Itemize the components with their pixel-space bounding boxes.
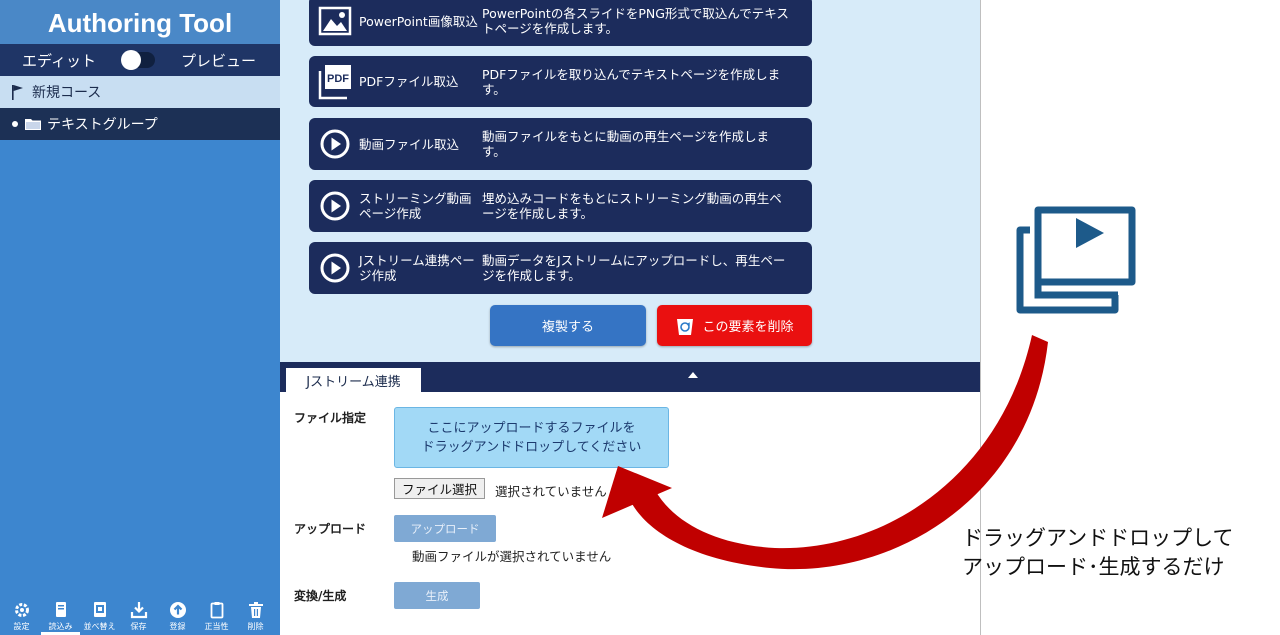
mode-edit-label: エディット xyxy=(22,51,96,70)
card-name: Jストリーム連携ページ作成 xyxy=(359,253,475,283)
settings-button[interactable]: 設定 xyxy=(2,597,41,635)
card-streaming-page[interactable]: ストリーミング動画ページ作成 埋め込みコードをもとにストリーミング動画の再生ペー… xyxy=(309,180,812,232)
sidebar-toolbar: 設定 読込み 並べ替え 保存 登録 正当性 削除 xyxy=(0,597,280,635)
delete-button[interactable]: 削除 xyxy=(236,597,275,635)
card-video-import[interactable]: 動画ファイル取込 動画ファイルをもとに動画の再生ページを作成します。 xyxy=(309,118,812,170)
mode-switch-row: エディット プレビュー xyxy=(0,44,280,76)
tool-label: 並べ替え xyxy=(83,622,116,631)
sidebar: Authoring Tool エディット プレビュー 新規コース テキストグルー… xyxy=(0,0,280,635)
tool-label: 削除 xyxy=(247,622,264,631)
video-files-icon xyxy=(1016,206,1136,314)
load-button[interactable]: 読込み xyxy=(41,597,80,635)
card-jstream-page[interactable]: Jストリーム連携ページ作成 動画データをJストリームにアップロードし、再生ページ… xyxy=(309,242,812,294)
clipboard-icon xyxy=(210,602,223,619)
card-description: PowerPointの各スライドをPNG形式で取込んでテキストページを作成します… xyxy=(482,6,789,36)
app-title: Authoring Tool xyxy=(0,0,280,44)
bullet-icon xyxy=(12,121,18,127)
reorder-icon xyxy=(93,602,106,617)
tool-label: 読込み xyxy=(48,622,73,631)
mode-preview-label: プレビュー xyxy=(180,51,256,70)
card-description: PDFファイルを取り込んでテキストページを作成します。 xyxy=(482,66,781,97)
caption-line-1: ドラッグアンドドロップして xyxy=(962,526,1234,550)
tool-label: 正当性 xyxy=(204,622,229,631)
image-icon xyxy=(317,3,353,39)
tool-label: 設定 xyxy=(13,622,30,631)
annotation-caption: ドラッグアンドドロップして アップロード･生成するだけ xyxy=(962,524,1234,582)
play-icon xyxy=(317,126,353,162)
tree-item-group[interactable]: テキストグループ xyxy=(0,108,280,140)
book-icon xyxy=(55,602,66,617)
upload-button[interactable]: アップロード xyxy=(394,515,496,542)
pdf-icon: PDF xyxy=(317,64,353,100)
reorder-button[interactable]: 並べ替え xyxy=(80,597,119,635)
register-button[interactable]: 登録 xyxy=(158,597,197,635)
tab-jstream[interactable]: Jストリーム連携 xyxy=(286,368,421,392)
edit-preview-toggle[interactable] xyxy=(121,50,156,70)
upload-circle-icon xyxy=(169,602,186,618)
save-button[interactable]: 保存 xyxy=(119,597,158,635)
trash-icon xyxy=(248,602,263,618)
card-powerpoint-import[interactable]: PowerPoint画像取込 PowerPointの各スライドをPNG形式で取込… xyxy=(309,0,812,46)
card-description: 埋め込みコードをもとにストリーミング動画の再生ページを作成します。 xyxy=(482,191,782,221)
play-icon xyxy=(317,250,353,286)
element-picker: PowerPoint画像取込 PowerPointの各スライドをPNG形式で取込… xyxy=(280,0,980,362)
tree-item-course[interactable]: 新規コース xyxy=(0,76,280,108)
drag-arrow-icon xyxy=(602,335,1048,570)
card-description: 動画データをJストリームにアップロードし、再生ページを作成します。 xyxy=(482,253,786,283)
convert-label: 変換/生成 xyxy=(294,589,347,603)
generate-button[interactable]: 生成 xyxy=(394,582,480,609)
card-name: 動画ファイル取込 xyxy=(359,136,460,152)
folder-icon xyxy=(25,119,41,130)
svg-text:PDF: PDF xyxy=(327,73,349,85)
card-name: PowerPoint画像取込 xyxy=(359,13,478,29)
upload-label: アップロード xyxy=(294,522,367,536)
toggle-knob xyxy=(121,50,142,70)
play-icon xyxy=(317,188,353,224)
card-description: 動画ファイルをもとに動画の再生ページを作成します。 xyxy=(482,129,770,159)
group-label: テキストグループ xyxy=(47,117,158,133)
validate-button[interactable]: 正当性 xyxy=(197,597,236,635)
caption-line-2: アップロード･生成するだけ xyxy=(962,555,1225,579)
gear-icon xyxy=(14,603,29,617)
flag-icon xyxy=(12,85,23,100)
course-label: 新規コース xyxy=(32,85,102,101)
card-name: ストリーミング動画ページ作成 xyxy=(359,191,472,221)
file-label: ファイル指定 xyxy=(294,411,367,425)
tool-label: 登録 xyxy=(169,622,186,631)
download-icon xyxy=(130,602,147,619)
file-select-button[interactable]: ファイル選択 xyxy=(394,478,485,499)
card-pdf-import[interactable]: PDF PDFファイル取込 PDFファイルを取り込んでテキストページを作成します… xyxy=(309,56,812,107)
tool-label: 保存 xyxy=(130,622,147,631)
card-name: PDFファイル取込 xyxy=(359,74,459,89)
